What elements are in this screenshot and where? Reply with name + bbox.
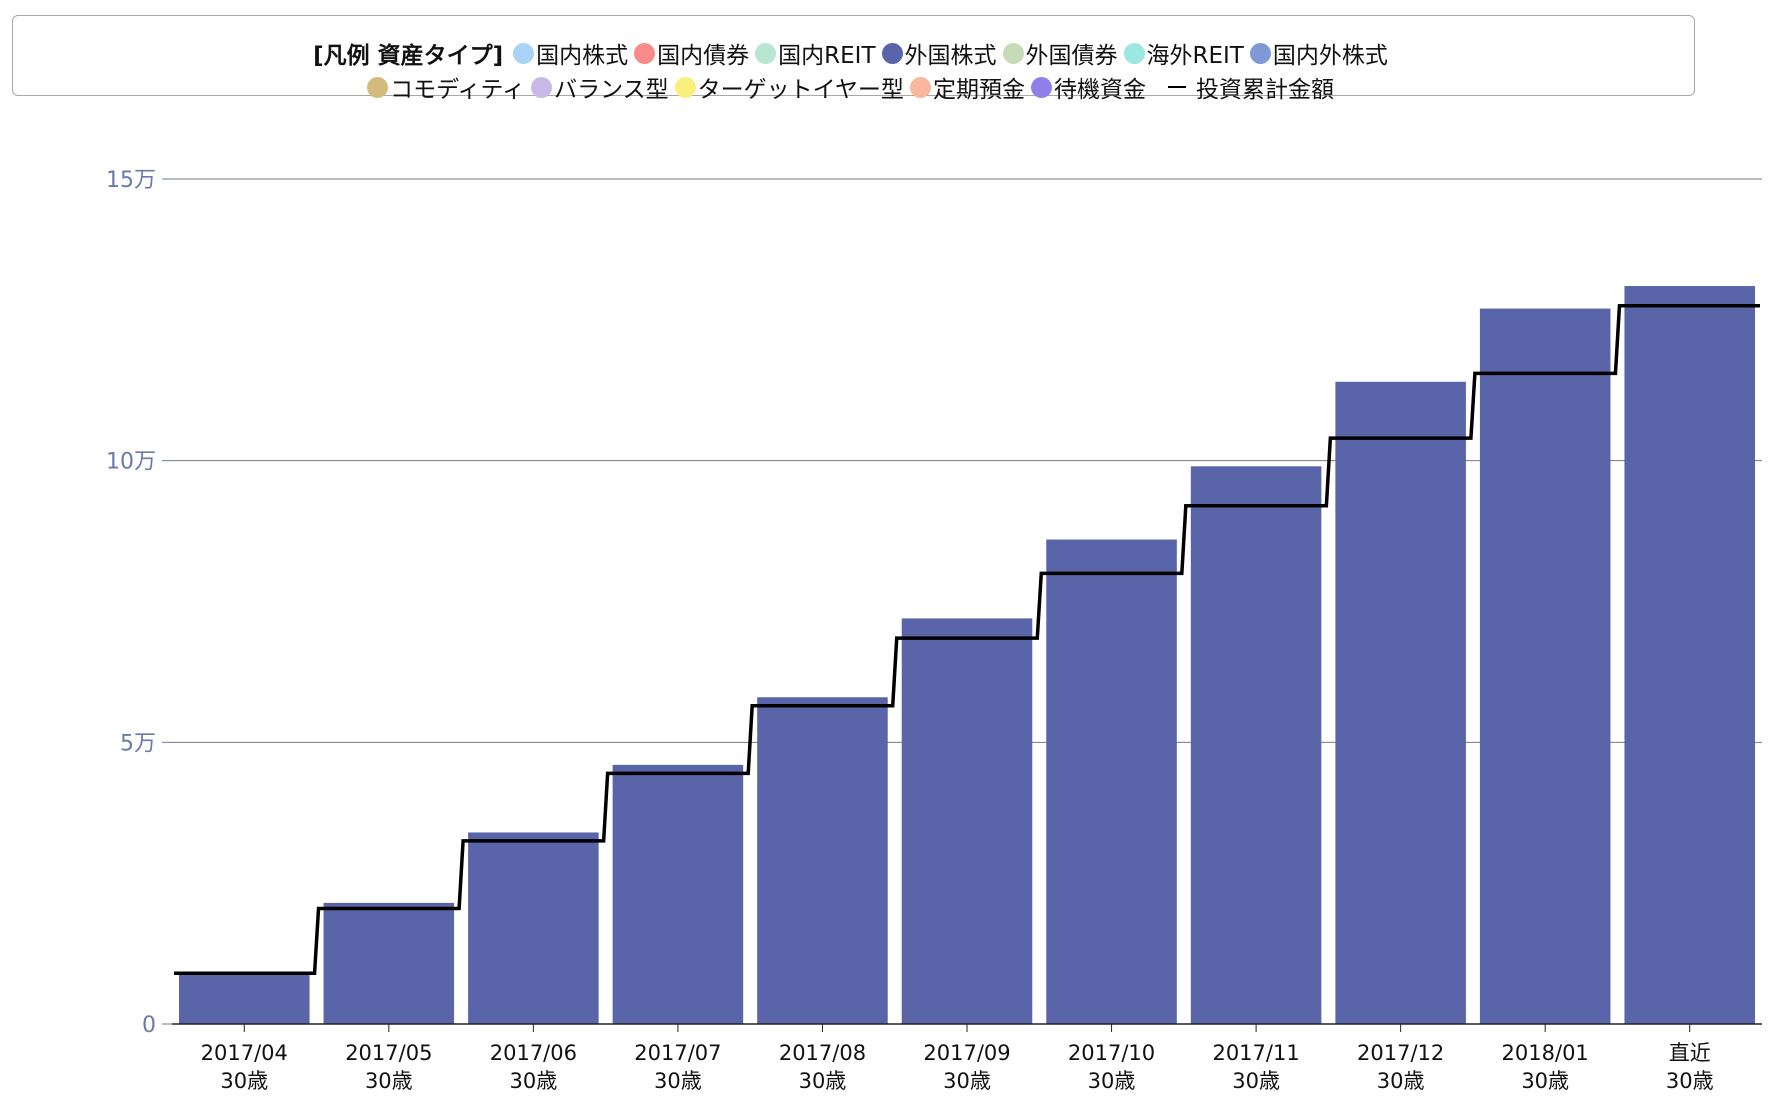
y-tick-label: 5万 [120, 731, 156, 756]
y-tick-label: 10万 [106, 450, 156, 475]
x-tick-sublabel: 30歳 [365, 1069, 413, 1093]
x-tick-sublabel: 30歳 [654, 1069, 702, 1093]
x-tick-sublabel: 30歳 [1377, 1069, 1425, 1093]
bar-2018/01[interactable] [1479, 308, 1611, 1025]
x-tick-sublabel: 30歳 [1521, 1069, 1569, 1093]
bar-直近[interactable] [1624, 286, 1755, 1024]
stacked-bar-chart: 0 5万 10万 15万 2017/04 30歳 2017/05 30歳 2017/06 30歳 2… [106, 168, 1762, 1093]
x-tick-sublabel: 30歳 [1666, 1069, 1714, 1093]
x-tick-label: 2017/12 [1357, 1041, 1444, 1065]
bar-2017/08[interactable] [757, 697, 888, 1024]
x-tick-label: 2017/08 [779, 1041, 866, 1065]
bar-2017/11[interactable] [1190, 466, 1322, 1024]
x-tick-label: 直近 [1669, 1041, 1711, 1065]
x-tick-label: 2017/05 [345, 1041, 432, 1065]
x-tick-sublabel: 30歳 [220, 1069, 268, 1093]
bar-2017/05[interactable] [323, 902, 455, 1024]
bar-2017/10[interactable] [1046, 539, 1177, 1024]
bar-2017/09[interactable] [901, 618, 1033, 1024]
bar-2017/06[interactable] [468, 832, 599, 1024]
x-tick-label: 2017/09 [923, 1041, 1010, 1065]
x-tick-sublabel: 30歳 [943, 1069, 991, 1093]
x-tick-label: 2017/07 [634, 1041, 721, 1065]
y-tick-label: 15万 [106, 168, 156, 193]
x-tick-label: 2017/11 [1212, 1041, 1299, 1065]
x-tick-label: 2017/10 [1068, 1041, 1155, 1065]
y-tick-label: 0 [142, 1013, 156, 1038]
x-tick-sublabel: 30歳 [1232, 1069, 1280, 1093]
bar-2017/12[interactable] [1335, 381, 1466, 1024]
x-tick-label: 2017/06 [490, 1041, 577, 1065]
x-tick-sublabel: 30歳 [799, 1069, 847, 1093]
x-tick-label: 2018/01 [1502, 1041, 1589, 1065]
x-tick-sublabel: 30歳 [509, 1069, 557, 1093]
x-tick-sublabel: 30歳 [1088, 1069, 1136, 1093]
bar-2017/04[interactable] [179, 973, 310, 1024]
x-tick-label: 2017/04 [201, 1041, 288, 1065]
bar-2017/07[interactable] [612, 764, 744, 1024]
